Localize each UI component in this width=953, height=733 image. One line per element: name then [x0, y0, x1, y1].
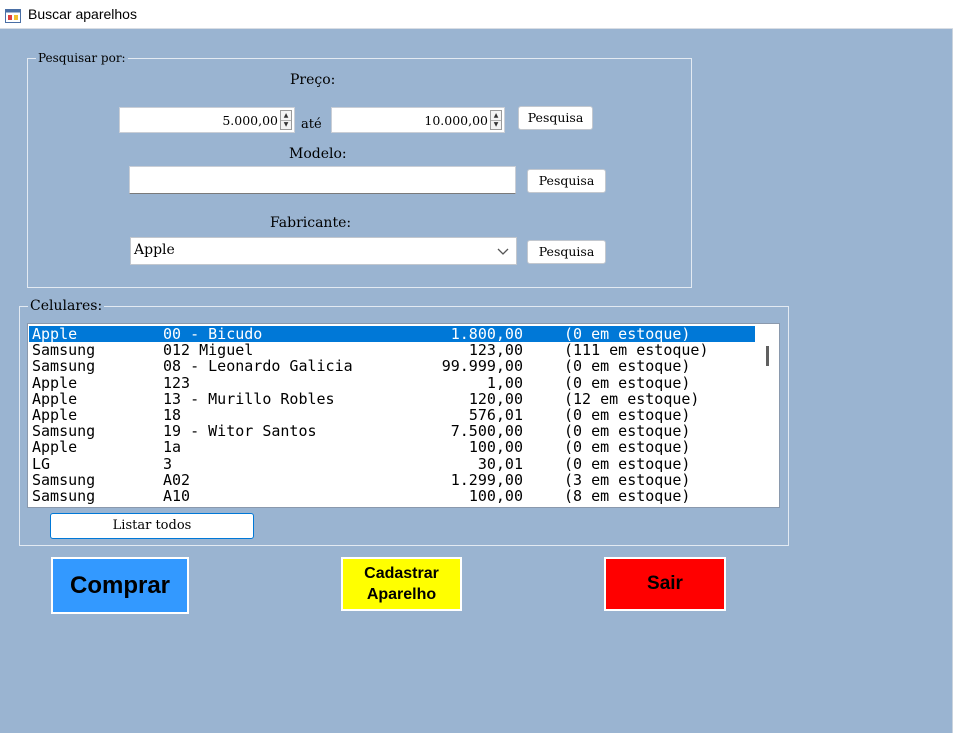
list-item[interactable]: Apple 00 - Bicudo 1.800,00 (0 em estoque) [29, 326, 755, 342]
list-item-price: 100,00 [468, 438, 523, 457]
list-item-price: 120,00 [468, 389, 523, 408]
list-item-stock: (0 em estoque) [564, 454, 691, 473]
list-item[interactable]: Apple 13 - Murillo Robles 120,00 (12 em est… [29, 391, 755, 407]
list-item-stock: (0 em estoque) [564, 406, 691, 424]
list-item[interactable]: Samsung A02 1.299,00 (3 em estoque) [29, 472, 755, 488]
list-item-maker: Apple [32, 389, 78, 408]
list-item-price: 30,01 [477, 454, 523, 473]
list-item-stock: (3 em estoque) [564, 470, 691, 489]
list-item-stock: (111 em estoque) [564, 341, 709, 360]
price-label: Preço: [290, 72, 336, 88]
price-to-spinner[interactable]: ▲ ▼ [490, 110, 502, 130]
list-item-maker: Samsung [32, 487, 96, 505]
price-to-label: até [301, 117, 322, 132]
list-item[interactable]: Apple 1a 100,00 (0 em estoque) [29, 439, 755, 455]
register-button-line1: Cadastrar [364, 565, 439, 582]
maker-label: Fabricante: [270, 215, 352, 231]
list-item-stock: (0 em estoque) [564, 325, 691, 343]
price-to-value: 10.000,00 [424, 113, 488, 128]
listbox-scrollbar[interactable] [757, 324, 779, 507]
list-item-price: 123,00 [468, 341, 523, 360]
maker-select-value: Apple [134, 242, 175, 258]
list-item-maker: LG [32, 454, 51, 473]
list-item[interactable]: Apple 18 576,01 (0 em estoque) [29, 407, 755, 423]
list-all-button[interactable]: Listar todos [50, 513, 254, 539]
list-item-price: 100,00 [468, 487, 523, 505]
list-item[interactable]: Samsung A10 100,00 (8 em estoque) [29, 488, 755, 504]
list-item[interactable]: LG 3 30,01 (0 em estoque) [29, 456, 755, 472]
list-item-model: 123 [163, 373, 191, 392]
model-input[interactable] [129, 166, 516, 194]
list-item-stock: (0 em estoque) [564, 373, 691, 392]
list-item-stock: (12 em estoque) [564, 389, 700, 408]
list-item-maker: Samsung [32, 422, 96, 441]
price-to-input[interactable]: 10.000,00 ▲ ▼ [331, 107, 505, 133]
price-from-input[interactable]: 5.000,00 ▲ ▼ [119, 107, 295, 133]
list-item-maker: Apple [32, 373, 78, 392]
list-item[interactable]: Apple 123 1,00 (0 em estoque) [29, 375, 755, 391]
list-item-model: 13 - Murillo Robles [163, 389, 335, 408]
list-item-model: 00 - Bicudo [163, 325, 263, 343]
list-item-stock: (0 em estoque) [564, 438, 691, 457]
list-item-model: 18 [163, 406, 182, 424]
spinner-down-icon[interactable]: ▼ [491, 120, 501, 129]
list-item-price: 1.299,00 [450, 470, 523, 489]
exit-button[interactable]: Sair [604, 557, 726, 611]
list-item-maker: Apple [32, 325, 78, 343]
list-item-model: 012 Miguel [163, 341, 254, 360]
list-item-maker: Apple [32, 406, 78, 424]
exit-button-label: Sair [647, 573, 683, 594]
price-from-value: 5.000,00 [222, 113, 278, 128]
list-item-maker: Samsung [32, 341, 96, 360]
price-from-spinner[interactable]: ▲ ▼ [280, 110, 292, 130]
spinner-down-icon[interactable]: ▼ [281, 120, 291, 129]
search-group-legend: Pesquisar por: [38, 51, 126, 65]
list-item-maker: Samsung [32, 357, 96, 376]
chevron-down-icon [497, 248, 509, 255]
list-item-maker: Apple [32, 438, 78, 457]
list-item-stock: (0 em estoque) [564, 422, 691, 441]
scrollbar-thumb[interactable] [766, 346, 769, 366]
list-item-price: 1,00 [486, 373, 523, 392]
list-item-price: 99.999,00 [441, 357, 523, 376]
list-item-model: A10 [163, 487, 191, 505]
model-search-button[interactable]: Pesquisa [527, 169, 606, 193]
list-item-price: 1.800,00 [450, 325, 523, 343]
list-item-model: 3 [163, 454, 173, 473]
list-item-price: 7.500,00 [450, 422, 523, 441]
buy-button[interactable]: Comprar [51, 557, 189, 614]
register-button-line2: Aparelho [366, 586, 437, 603]
model-label: Modelo: [289, 146, 347, 162]
list-item-model: 1a [163, 438, 182, 457]
title-bar: Buscar aparelhos [0, 0, 953, 29]
maker-search-button[interactable]: Pesquisa [527, 240, 606, 264]
phones-listbox[interactable]: Apple 00 - Bicudo 1.800,00 (0 em estoque) Sa… [27, 323, 780, 508]
list-item-model: 19 - Witor Santos [163, 422, 317, 441]
window-title: Buscar aparelhos [28, 6, 137, 22]
maker-select[interactable]: Apple [130, 237, 517, 265]
list-item-maker: Samsung [32, 470, 96, 489]
list-item-price: 576,01 [468, 406, 523, 424]
list-item[interactable]: Samsung 19 - Witor Santos 7.500,00 (0 em es… [29, 423, 755, 439]
list-item-model: 08 - Leonardo Galicia [163, 357, 353, 376]
phones-group-legend: Celulares: [30, 298, 103, 314]
list-item-stock: (0 em estoque) [564, 357, 691, 376]
register-device-button[interactable]: Cadastrar Aparelho [341, 557, 462, 611]
list-item[interactable]: Samsung 012 Miguel 123,00 (111 em estoque) [29, 342, 755, 358]
buy-button-label: Comprar [69, 571, 171, 599]
price-search-button[interactable]: Pesquisa [518, 106, 593, 130]
list-item[interactable]: Samsung 08 - Leonardo Galicia 99.999,00 (0 … [29, 358, 755, 374]
list-item-stock: (8 em estoque) [564, 487, 691, 505]
app-icon [5, 9, 21, 23]
list-item-model: A02 [163, 470, 191, 489]
